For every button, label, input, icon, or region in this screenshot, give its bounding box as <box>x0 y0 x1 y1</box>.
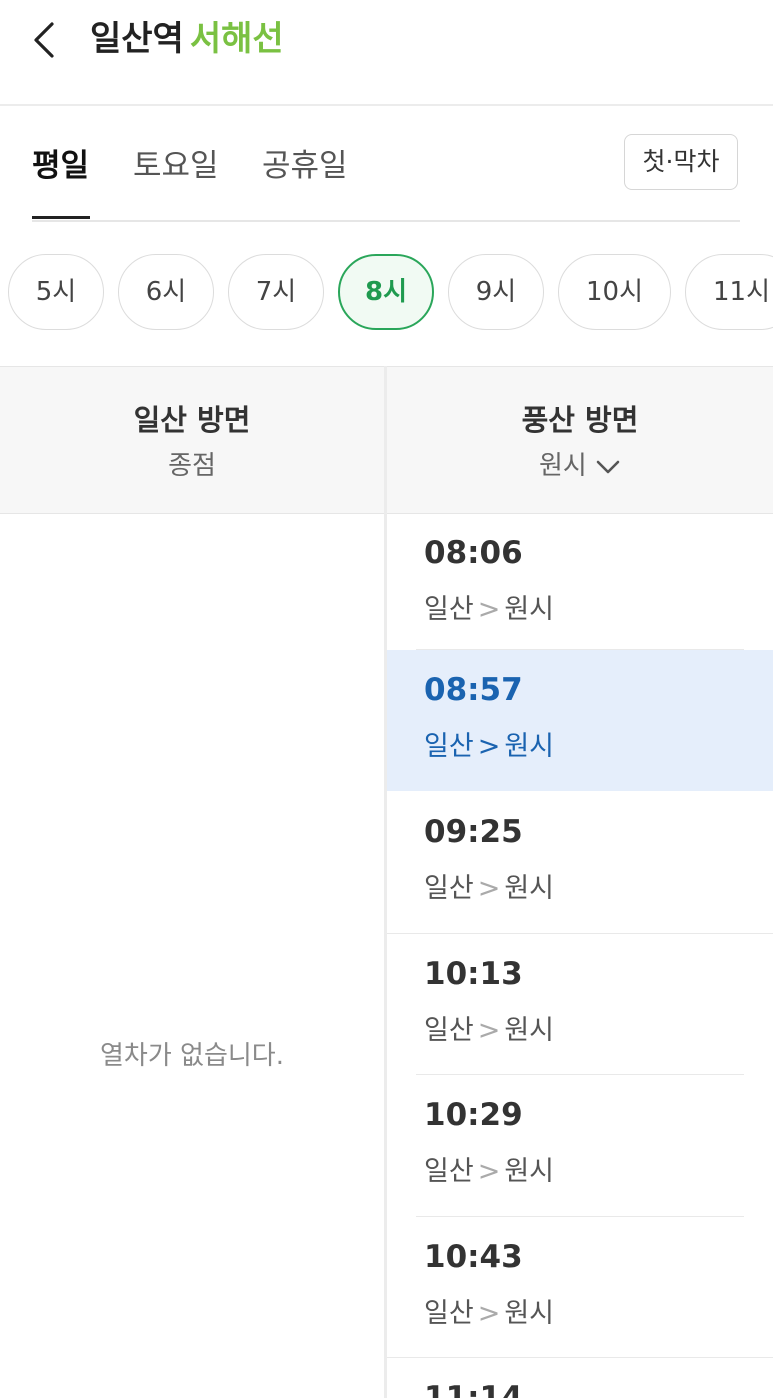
train-route: 일산 > 원시 <box>424 1149 554 1188</box>
back-button[interactable] <box>26 18 66 62</box>
app-header: 일산역 서해선 <box>0 0 773 106</box>
departure-time: 10:43 <box>424 1239 523 1275</box>
route-arrow-icon: > <box>477 873 501 904</box>
departure-time: 09:25 <box>424 814 523 850</box>
route-destination: 원시 <box>504 1156 554 1187</box>
hour-chip-5[interactable]: 5시 <box>8 254 104 330</box>
chevron-left-icon <box>34 22 54 58</box>
departure-time: 11:14 <box>424 1380 523 1398</box>
first-last-train-button[interactable]: 첫·막차 <box>624 134 738 190</box>
departure-time: 08:06 <box>424 535 523 571</box>
tab-saturday[interactable]: 토요일 <box>133 140 219 185</box>
route-destination: 원시 <box>504 1298 554 1329</box>
hour-chip-9[interactable]: 9시 <box>448 254 544 330</box>
station-name: 일산역 <box>90 19 184 59</box>
route-destination: 원시 <box>504 594 554 625</box>
no-trains-message: 열차가 없습니다. <box>100 1041 284 1071</box>
hour-chip-11[interactable]: 11시 <box>685 254 773 330</box>
tab-holiday[interactable]: 공휴일 <box>262 140 348 185</box>
route-origin: 일산 <box>424 1298 474 1329</box>
train-row[interactable]: 10:13 일산 > 원시 <box>387 934 773 1075</box>
train-row[interactable]: 10:43 일산 > 원시 <box>387 1217 773 1358</box>
route-origin: 일산 <box>424 731 474 762</box>
train-route: 일산 > 원시 <box>424 587 554 626</box>
day-tabs: 평일 토요일 공휴일 첫·막차 <box>32 132 740 222</box>
train-route: 일산 > 원시 <box>424 1008 554 1047</box>
train-route: 일산 > 원시 <box>424 866 554 905</box>
direction-header-ilsan: 일산 방면 종점 <box>0 367 384 513</box>
hour-chip-6[interactable]: 6시 <box>118 254 214 330</box>
destination-label: 원시 <box>538 451 587 481</box>
hour-chip-8[interactable]: 8시 <box>338 254 434 330</box>
active-tab-indicator <box>32 216 90 219</box>
route-arrow-icon: > <box>477 731 501 762</box>
route-destination: 원시 <box>504 731 554 762</box>
train-row-partial[interactable]: 11:14 <box>387 1358 773 1398</box>
page-title: 일산역 서해선 <box>90 16 284 62</box>
route-destination: 원시 <box>504 1015 554 1046</box>
direction-label: 풍산 방면 <box>521 403 639 437</box>
destination-label: 종점 <box>168 451 216 481</box>
train-row-next[interactable]: 08:57 일산 > 원시 <box>387 650 773 791</box>
hour-chip-7[interactable]: 7시 <box>228 254 324 330</box>
destination-dropdown[interactable]: 원시 <box>387 445 773 482</box>
line-name: 서해선 <box>189 19 284 59</box>
route-origin: 일산 <box>424 594 474 625</box>
departure-time: 10:29 <box>424 1097 523 1133</box>
departure-time: 10:13 <box>424 956 523 992</box>
route-origin: 일산 <box>424 873 474 904</box>
chevron-down-icon <box>596 460 620 473</box>
hour-selector: 5시 6시 7시 8시 9시 10시 11시 <box>0 254 773 332</box>
route-arrow-icon: > <box>477 1156 501 1187</box>
train-row[interactable]: 09:25 일산 > 원시 <box>387 792 773 933</box>
route-arrow-icon: > <box>477 1015 501 1046</box>
route-arrow-icon: > <box>477 1298 501 1329</box>
route-arrow-icon: > <box>477 594 501 625</box>
tab-weekday[interactable]: 평일 <box>32 140 89 185</box>
direction-label: 일산 방면 <box>133 403 251 437</box>
departure-time: 08:57 <box>424 672 523 708</box>
train-route: 일산 > 원시 <box>424 724 554 763</box>
route-origin: 일산 <box>424 1015 474 1046</box>
direction-header-pungsan: 풍산 방면 원시 <box>387 367 773 513</box>
train-row[interactable]: 08:06 일산 > 원시 <box>387 513 773 654</box>
train-route: 일산 > 원시 <box>424 1291 554 1330</box>
hour-chip-10[interactable]: 10시 <box>558 254 671 330</box>
route-origin: 일산 <box>424 1156 474 1187</box>
train-row[interactable]: 10:29 일산 > 원시 <box>387 1075 773 1216</box>
route-destination: 원시 <box>504 873 554 904</box>
